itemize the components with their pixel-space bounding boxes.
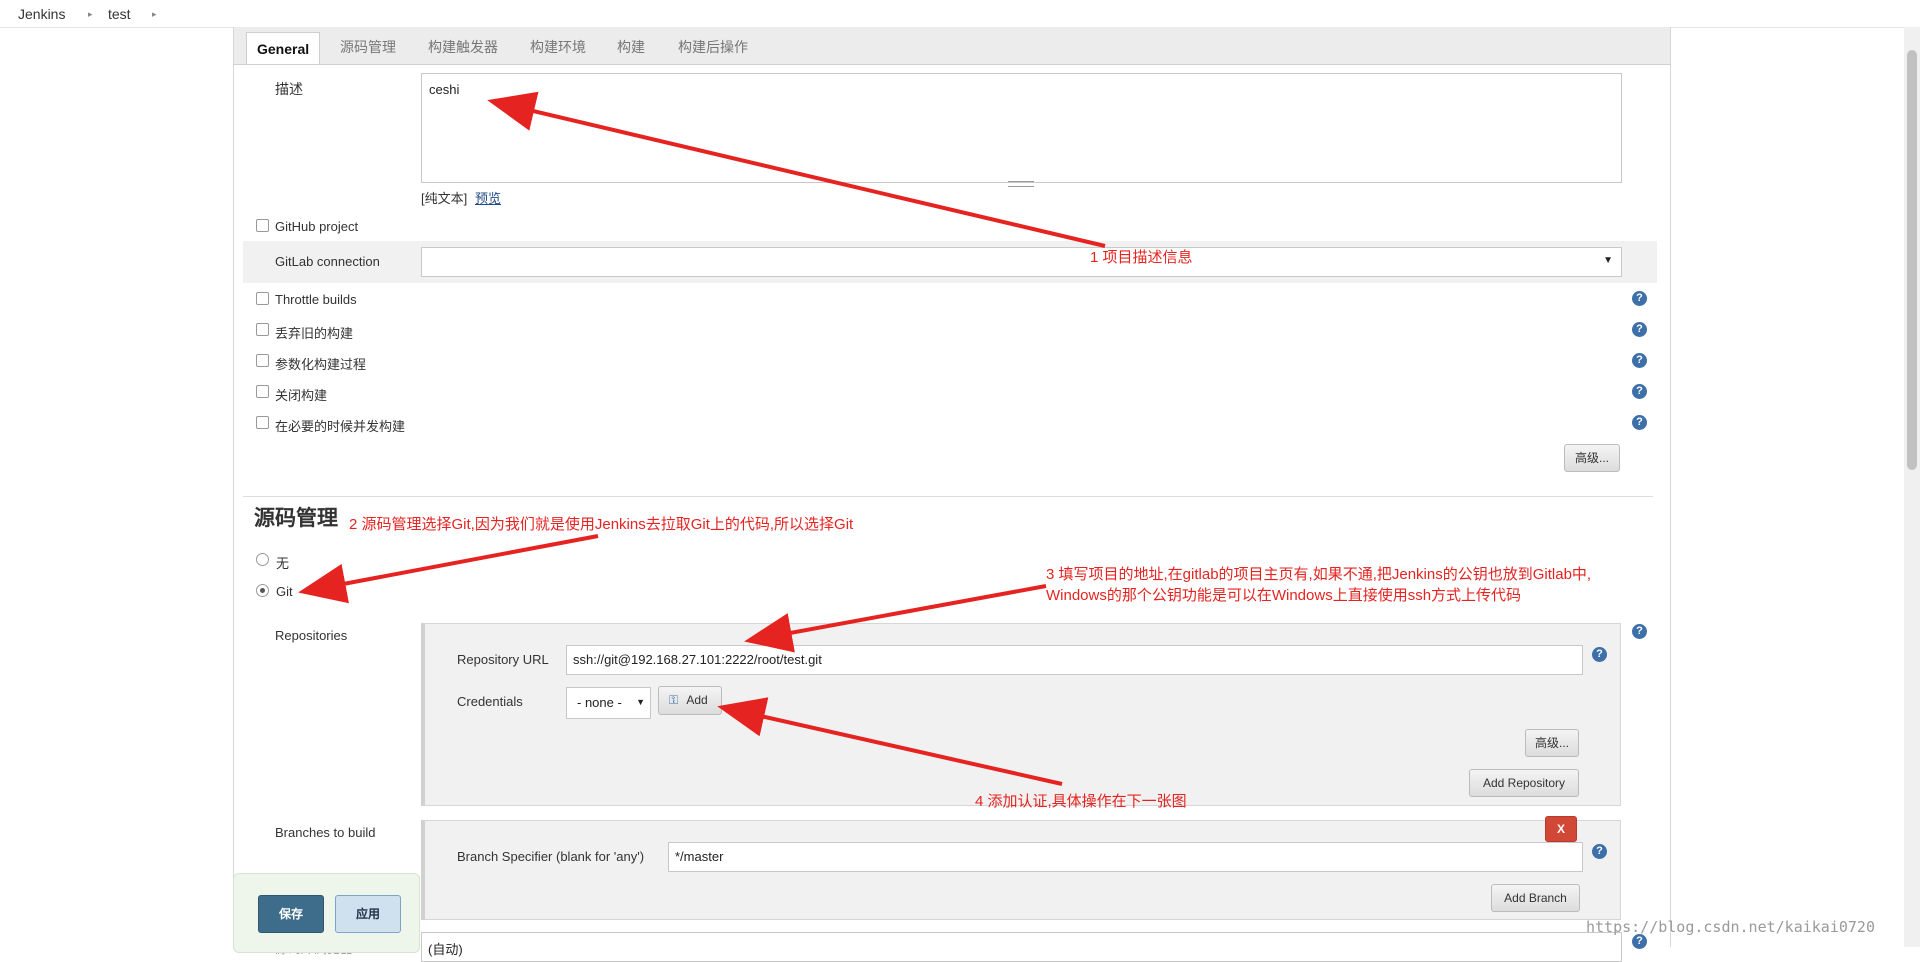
arrow-4 [717, 697, 1063, 786]
annotation-arrows [298, 91, 1106, 786]
annotation-3-line1: 3 填写项目的地址,在gitlab的项目主页有,如果不通,把Jenkins的公钥… [1046, 566, 1592, 583]
arrow-3 [744, 584, 1047, 653]
watermark: https://blog.csdn.net/kaikai0720 [1586, 918, 1875, 936]
arrow-1 [487, 91, 1106, 248]
annotation-2: 2 源码管理选择Git,因为我们就是使用Jenkins去拉取Git上的代码,所以… [349, 516, 854, 533]
annotation-4: 4 添加认证,具体操作在下一张图 [975, 793, 1187, 810]
annotation-3-line2: Windows的那个公钥功能是可以在Windows上直接使用ssh方式上传代码 [1046, 587, 1522, 604]
annotation-1: 1 项目描述信息 [1090, 249, 1193, 266]
arrow-2 [298, 534, 599, 604]
